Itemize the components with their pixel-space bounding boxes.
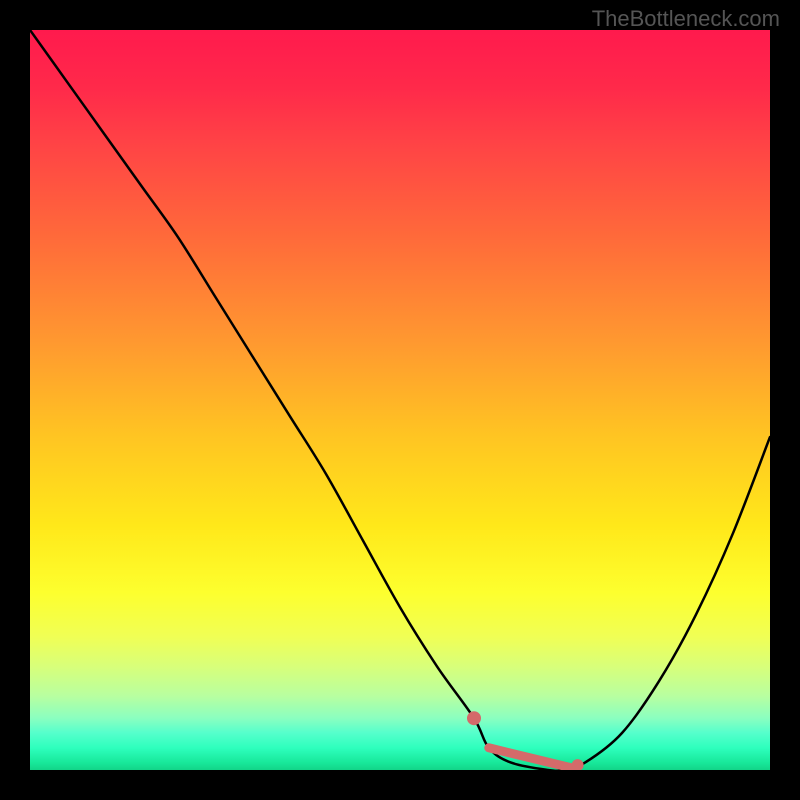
curve-svg bbox=[30, 30, 770, 770]
watermark-text: TheBottleneck.com bbox=[592, 6, 780, 32]
bottleneck-curve bbox=[30, 30, 770, 770]
plot-area bbox=[30, 30, 770, 770]
